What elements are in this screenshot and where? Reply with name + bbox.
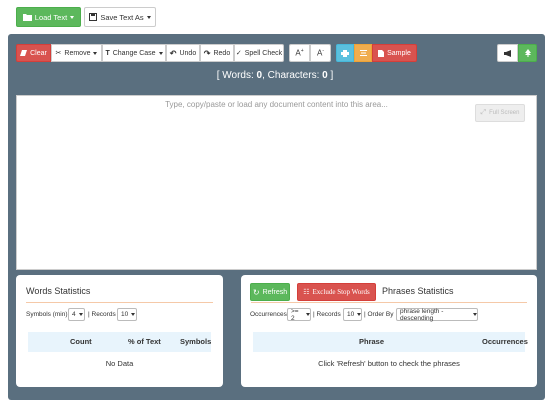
column-symbols: Symbols [180, 337, 212, 346]
records-label: | Records [88, 311, 116, 318]
file-icon [378, 49, 385, 57]
chevron-down-icon [78, 313, 83, 316]
order-by-select[interactable]: phrase length - descending [396, 308, 478, 322]
eraser-icon [20, 50, 28, 56]
records-select[interactable]: 10 [117, 308, 137, 321]
save-text-as-button[interactable]: Save Text As [84, 7, 156, 27]
refresh-button[interactable]: ↻ Refresh [250, 283, 290, 301]
tree-icon [524, 49, 531, 57]
full-screen-label: Full Screen [489, 110, 520, 116]
check-icon: ✓ [235, 50, 242, 57]
scissors-icon: ✂ [55, 50, 62, 57]
empty-message: No Data [105, 359, 134, 368]
exclude-stop-words-label: Exclude Stop Words [312, 288, 370, 296]
words-statistics-title: Words Statistics [26, 286, 91, 296]
occurrences-select[interactable]: >= 2 [287, 308, 311, 322]
phrases-statistics-title: Phrases Statistics [382, 286, 454, 296]
load-text-button[interactable]: Load Text [16, 7, 81, 27]
chevron-down-icon [146, 15, 151, 19]
chevron-down-icon [131, 313, 136, 316]
refresh-icon: ↻ [252, 287, 260, 297]
font-decrease-label: A- [316, 48, 324, 58]
records-label: | Records [313, 311, 341, 318]
refresh-label: Refresh [262, 288, 288, 296]
megaphone-button[interactable] [497, 44, 518, 62]
change-case-label: Change Case [112, 49, 156, 57]
spell-check-button[interactable]: ✓ Spell Check [234, 44, 284, 62]
chevron-down-icon [93, 51, 98, 55]
remove-button[interactable]: ✂ Remove [51, 44, 102, 62]
symbols-label: Symbols (min) [26, 311, 68, 318]
save-icon [89, 13, 98, 21]
print-button[interactable] [336, 44, 354, 62]
sample-button[interactable]: Sample [372, 44, 417, 62]
print-icon [341, 49, 349, 57]
tree-button[interactable] [518, 44, 537, 62]
chevron-down-icon [306, 313, 310, 316]
exclude-stop-words-button[interactable]: ☷ Exclude Stop Words [297, 283, 376, 301]
panel-divider [26, 302, 213, 303]
chevron-down-icon [473, 313, 477, 316]
clear-button[interactable]: Clear [16, 44, 51, 62]
column-count: Count [70, 337, 92, 346]
chevron-down-icon [158, 51, 163, 55]
occurrences-label: Occurrences [250, 311, 287, 318]
column-percent-of-text: % of Text [128, 337, 161, 346]
word-character-counter: [ Words: 0, Characters: 0 ] [216, 70, 334, 81]
font-increase-button[interactable]: A+ [289, 44, 310, 62]
redo-button[interactable]: ↷ Redo [200, 44, 234, 62]
column-occurrences: Occurrences [482, 337, 528, 346]
align-icon [359, 50, 367, 56]
font-decrease-button[interactable]: A- [310, 44, 331, 62]
undo-label: Undo [179, 49, 197, 57]
order-by-label: | Order By [364, 311, 394, 318]
list-icon: ☷ [303, 288, 310, 296]
align-button[interactable] [354, 44, 372, 62]
load-text-label: Load Text [34, 12, 68, 22]
undo-icon: ↶ [169, 48, 177, 58]
empty-message: Click 'Refresh' button to check the phra… [318, 359, 460, 368]
font-increase-label: A+ [295, 48, 304, 58]
remove-label: Remove [64, 49, 91, 57]
folder-icon [22, 14, 32, 21]
spell-check-label: Spell Check [244, 49, 283, 57]
undo-button[interactable]: ↶ Undo [166, 44, 200, 62]
redo-icon: ↷ [203, 48, 211, 58]
phrases-statistics-panel: ↻ Refresh ☷ Exclude Stop Words Phrases S… [241, 275, 537, 387]
expand-icon: ⤢ [480, 109, 487, 116]
words-statistics-panel: Words Statistics Symbols (min) 4 | Recor… [16, 275, 223, 387]
panel-divider [251, 302, 527, 303]
clear-label: Clear [30, 49, 47, 57]
sample-label: Sample [387, 49, 411, 57]
editor-placeholder: Type, copy/paste or load any document co… [165, 100, 388, 109]
chevron-down-icon [357, 313, 362, 316]
change-case-button[interactable]: T Change Case [102, 44, 166, 62]
bullhorn-icon [503, 49, 511, 57]
column-phrase: Phrase [359, 337, 385, 346]
full-screen-button[interactable]: ⤢ Full Screen [475, 104, 525, 122]
save-text-as-label: Save Text As [100, 12, 144, 22]
chevron-down-icon [70, 15, 75, 19]
text-editor[interactable]: Type, copy/paste or load any document co… [16, 95, 537, 270]
symbols-select[interactable]: 4 [68, 308, 85, 321]
text-height-icon: T [105, 49, 110, 57]
redo-label: Redo [213, 49, 231, 57]
records-select[interactable]: 10 [343, 308, 362, 321]
